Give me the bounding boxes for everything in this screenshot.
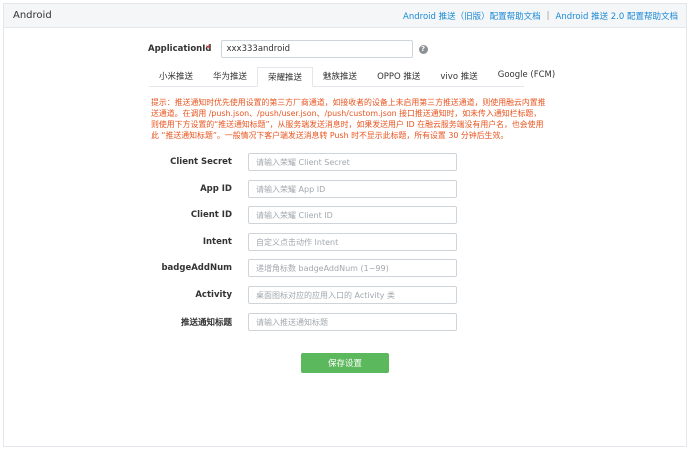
notification-title-input[interactable] <box>248 313 457 331</box>
save-button[interactable]: 保存设置 <box>301 353 389 373</box>
app-id-label: App ID <box>200 184 232 194</box>
question-circle-icon[interactable]: ? <box>418 44 428 54</box>
app-id-input[interactable] <box>248 180 457 198</box>
application-id-input[interactable] <box>220 40 413 58</box>
panel-header: Android Android 推送（旧版）配置帮助文档 | Android 推… <box>4 4 686 28</box>
activity-input[interactable] <box>248 286 457 304</box>
tab-google-fcm[interactable]: Google (FCM) <box>488 67 565 87</box>
required-mark: * <box>206 44 211 54</box>
v2-help-link[interactable]: Android 推送 2.0 配置帮助文档 <box>556 10 679 22</box>
panel-title: Android <box>13 10 52 21</box>
activity-row: Activity <box>150 286 457 304</box>
badge-add-num-label: badgeAddNum <box>161 263 232 273</box>
activity-label: Activity <box>195 290 232 300</box>
client-id-label: Client ID <box>190 210 232 220</box>
help-links: Android 推送（旧版）配置帮助文档 | Android 推送 2.0 配置… <box>403 10 678 22</box>
app-id-row: App ID <box>150 180 457 198</box>
tab-meizu[interactable]: 魅族推送 <box>313 67 367 87</box>
push-provider-tabs: 小米推送 华为推送 荣耀推送 魅族推送 OPPO 推送 vivo 推送 Goog… <box>149 67 555 87</box>
client-id-input[interactable] <box>248 206 457 224</box>
tab-vivo[interactable]: vivo 推送 <box>430 67 487 87</box>
badge-add-num-row: badgeAddNum <box>150 259 457 277</box>
notification-title-row: 推送通知标题 <box>150 313 457 331</box>
application-id-label: ApplicationId <box>148 44 212 54</box>
intent-input[interactable] <box>248 233 457 251</box>
legacy-help-link[interactable]: Android 推送（旧版）配置帮助文档 <box>403 10 541 22</box>
intent-row: Intent <box>150 233 457 251</box>
badge-add-num-input[interactable] <box>248 259 457 277</box>
intent-label: Intent <box>202 237 232 247</box>
link-separator: | <box>546 10 550 21</box>
client-id-row: Client ID <box>150 206 457 224</box>
tab-xiaomi[interactable]: 小米推送 <box>149 67 203 87</box>
client-secret-input[interactable] <box>248 153 457 171</box>
tab-huawei[interactable]: 华为推送 <box>203 67 257 87</box>
tab-oppo[interactable]: OPPO 推送 <box>367 67 430 87</box>
application-id-row: ApplicationId * ? <box>148 40 428 58</box>
tab-honor[interactable]: 荣耀推送 <box>257 67 314 87</box>
client-secret-row: Client Secret <box>150 153 457 171</box>
push-notice: 提示：推送通知时优先使用设置的第三方厂商通道，如接收者的设备上未启用第三方推送通… <box>151 98 546 140</box>
client-secret-label: Client Secret <box>170 157 232 167</box>
notification-title-label: 推送通知标题 <box>180 318 232 328</box>
